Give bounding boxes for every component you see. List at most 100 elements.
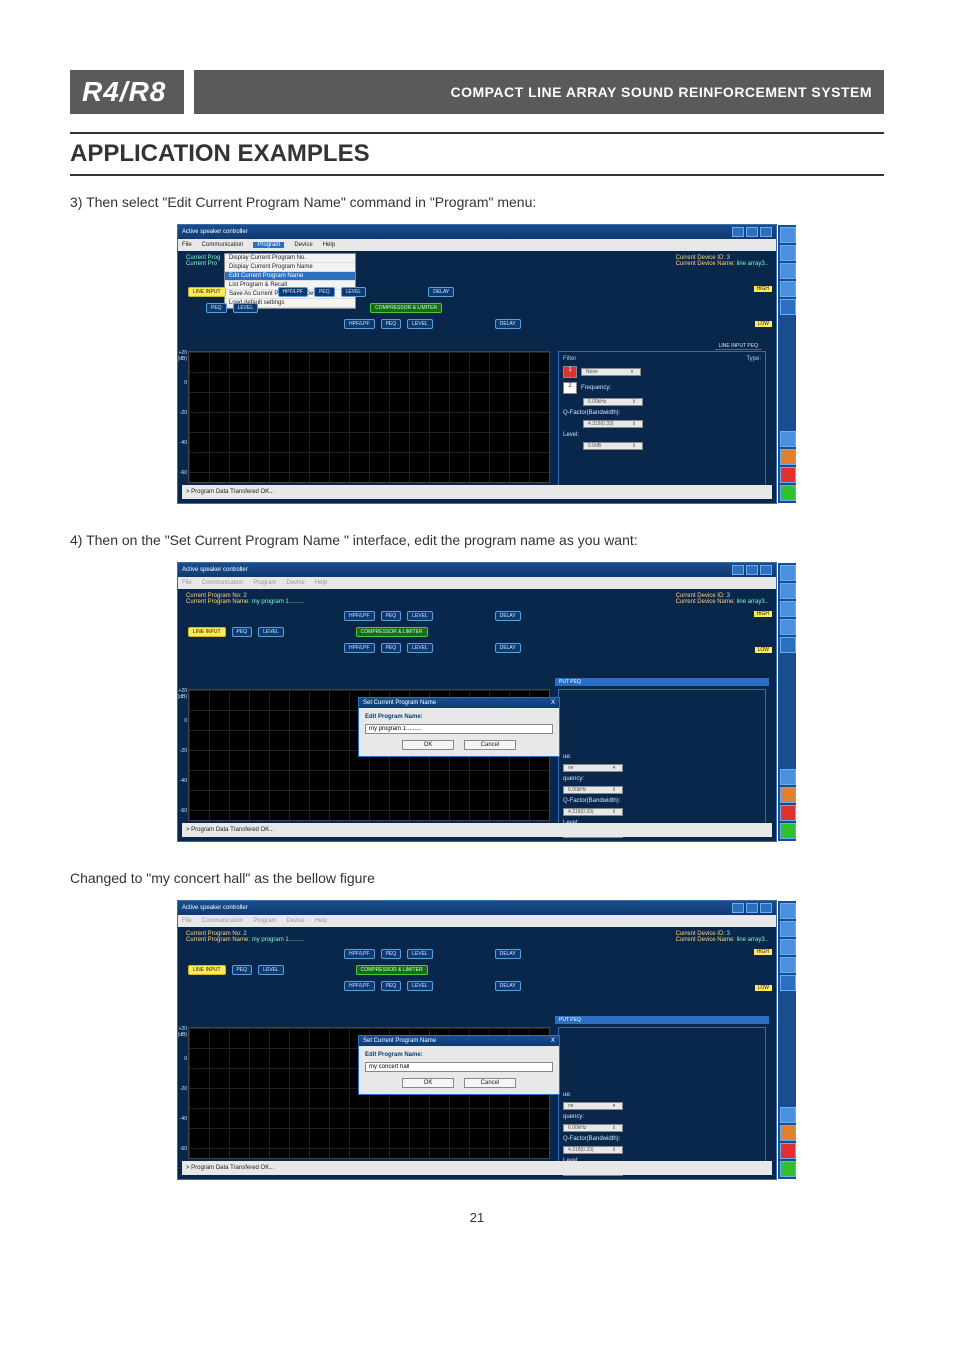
input-level-block[interactable]: LEVEL xyxy=(258,965,284,975)
palette-btn-3[interactable] xyxy=(780,601,796,617)
delay-block[interactable]: DELAY xyxy=(428,287,454,297)
input-peq-block[interactable]: PEQ xyxy=(232,627,253,637)
palette-btn-5[interactable] xyxy=(780,637,796,653)
q-field[interactable]: 4.318(0.33)⇕ xyxy=(583,420,643,428)
palette-btn-8[interactable] xyxy=(780,467,796,483)
close-icon[interactable] xyxy=(760,227,772,237)
palette-btn-6[interactable] xyxy=(780,431,796,447)
type-select[interactable]: None▾ xyxy=(581,368,641,376)
dd-display-name[interactable]: Display Current Program Name xyxy=(225,263,355,272)
ok-button[interactable]: OK xyxy=(402,1078,454,1088)
palette-btn-7[interactable] xyxy=(780,449,796,465)
type-select[interactable]: ne▾ xyxy=(563,764,623,772)
ylab-2: -20 xyxy=(178,1086,187,1092)
level-block[interactable]: LEVEL xyxy=(407,611,433,621)
palette-btn-7[interactable] xyxy=(780,787,796,803)
palette-btn-1[interactable] xyxy=(780,903,796,919)
hpflpf-block-2[interactable]: HPF/LPF xyxy=(344,319,375,329)
q-field[interactable]: 4.318(0.33)⇕ xyxy=(563,1146,623,1154)
menu-file[interactable]: File xyxy=(182,242,192,248)
hpflpf-block-2[interactable]: HPF/LPF xyxy=(344,981,375,991)
hpflpf-block-2[interactable]: HPF/LPF xyxy=(344,643,375,653)
menu-program[interactable]: Program xyxy=(253,242,284,248)
delay-block[interactable]: DELAY xyxy=(495,949,521,959)
delay-block-2[interactable]: DELAY xyxy=(495,319,521,329)
palette-btn-4[interactable] xyxy=(780,281,796,297)
palette-btn-2[interactable] xyxy=(780,921,796,937)
menu-device[interactable]: Device xyxy=(294,242,312,248)
palette-btn-3[interactable] xyxy=(780,939,796,955)
palette-btn-1[interactable] xyxy=(780,565,796,581)
input-level-block[interactable]: LEVEL xyxy=(233,303,259,313)
palette-btn-2[interactable] xyxy=(780,583,796,599)
level-field[interactable]: 0.0dB⇕ xyxy=(583,442,643,450)
freq-field[interactable]: 6.00kHz⇕ xyxy=(563,1124,623,1132)
level-block-2[interactable]: LEVEL xyxy=(407,981,433,991)
type-select[interactable]: ne▾ xyxy=(563,1102,623,1110)
palette-btn-5[interactable] xyxy=(780,975,796,991)
peq-block-2[interactable]: PEQ xyxy=(381,643,402,653)
palette-btn-6[interactable] xyxy=(780,769,796,785)
peq-block[interactable]: PEQ xyxy=(381,611,402,621)
menu-help[interactable]: Help xyxy=(323,242,335,248)
q-field[interactable]: 4.318(0.33)⇕ xyxy=(563,808,623,816)
dialog-close-icon[interactable]: X xyxy=(551,1038,555,1044)
delay-block-2[interactable]: DELAY xyxy=(495,981,521,991)
input-peq-block[interactable]: PEQ xyxy=(206,303,227,313)
input-level-block[interactable]: LEVEL xyxy=(258,627,284,637)
close-icon[interactable] xyxy=(760,565,772,575)
comp-block[interactable]: COMPRESSOR & LIMITER xyxy=(370,303,442,313)
palette-btn-2[interactable] xyxy=(780,245,796,261)
cancel-button[interactable]: Cancel xyxy=(464,740,516,750)
palette-btn-1[interactable] xyxy=(780,227,796,243)
dd-edit-name[interactable]: Edit Current Program Name xyxy=(225,272,355,281)
delay-block[interactable]: DELAY xyxy=(495,611,521,621)
hpflpf-block[interactable]: HPF/LPF xyxy=(344,949,375,959)
close-icon[interactable] xyxy=(760,903,772,913)
delay-block-2[interactable]: DELAY xyxy=(495,643,521,653)
maximize-icon[interactable] xyxy=(746,565,758,575)
input-peq-block[interactable]: PEQ xyxy=(232,965,253,975)
program-name-input[interactable] xyxy=(365,1062,553,1072)
freq-field[interactable]: 6.00kHz⇕ xyxy=(583,398,643,406)
level-block[interactable]: LEVEL xyxy=(341,287,367,297)
dialog-close-icon[interactable]: X xyxy=(551,700,555,706)
hpflpf-block[interactable]: HPF/LPF xyxy=(278,287,309,297)
palette-btn-8[interactable] xyxy=(780,1143,796,1159)
minimize-icon[interactable] xyxy=(732,903,744,913)
level-block-2[interactable]: LEVEL xyxy=(407,643,433,653)
palette-btn-4[interactable] xyxy=(780,957,796,973)
level-block[interactable]: LEVEL xyxy=(407,949,433,959)
palette-btn-7[interactable] xyxy=(780,1125,796,1141)
peq-block-2[interactable]: PEQ xyxy=(381,319,402,329)
freq-field[interactable]: 6.00kHz⇕ xyxy=(563,786,623,794)
maximize-icon[interactable] xyxy=(746,903,758,913)
ok-button[interactable]: OK xyxy=(402,740,454,750)
palette-btn-9[interactable] xyxy=(780,823,796,839)
hpflpf-block[interactable]: HPF/LPF xyxy=(344,611,375,621)
cancel-button[interactable]: Cancel xyxy=(464,1078,516,1088)
comp-block[interactable]: COMPRESSOR & LIMITER xyxy=(356,627,428,637)
palette-btn-3[interactable] xyxy=(780,263,796,279)
program-name-input[interactable] xyxy=(365,724,553,734)
dd-display-no[interactable]: Display Current Program No. xyxy=(225,254,355,263)
level-block-2[interactable]: LEVEL xyxy=(407,319,433,329)
app-menubar: File Communication Program Device Help xyxy=(178,239,776,251)
peq-block[interactable]: PEQ xyxy=(381,949,402,959)
filter-num-1[interactable]: 1 xyxy=(563,366,577,378)
peq-block[interactable]: PEQ xyxy=(314,287,335,297)
palette-btn-8[interactable] xyxy=(780,805,796,821)
minimize-icon[interactable] xyxy=(732,227,744,237)
palette-btn-4[interactable] xyxy=(780,619,796,635)
chevron-down-icon: ▾ xyxy=(610,1103,618,1109)
comp-block[interactable]: COMPRESSOR & LIMITER xyxy=(356,965,428,975)
palette-btn-9[interactable] xyxy=(780,485,796,501)
peq-block-2[interactable]: PEQ xyxy=(381,981,402,991)
filter-num-2[interactable]: 2 xyxy=(563,382,577,394)
maximize-icon[interactable] xyxy=(746,227,758,237)
palette-btn-5[interactable] xyxy=(780,299,796,315)
palette-btn-6[interactable] xyxy=(780,1107,796,1123)
menu-communication[interactable]: Communication xyxy=(202,242,244,248)
palette-btn-9[interactable] xyxy=(780,1161,796,1177)
minimize-icon[interactable] xyxy=(732,565,744,575)
